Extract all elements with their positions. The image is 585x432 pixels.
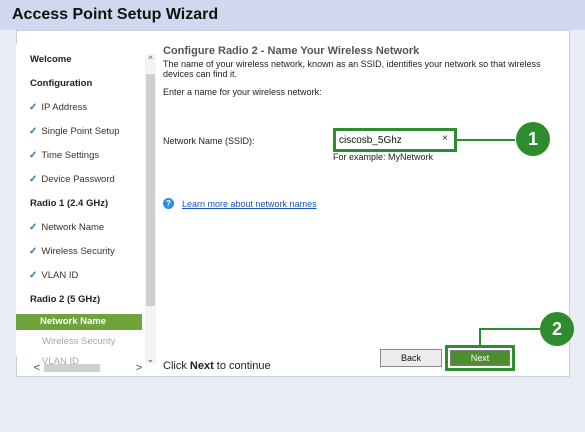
sidebar-item-label: Configuration [30,78,93,89]
callout-2-connector-vertical [479,329,481,346]
footer-suffix: to continue [213,360,271,372]
sidebar-horizontal-scrollbar[interactable]: < > [32,362,144,374]
sidebar-item-wireless-security: Wireless Security [16,334,142,350]
sidebar-item-label: Device Password [41,174,115,185]
ssid-field-highlight: × [333,128,457,152]
footer-prefix: Click [163,360,190,372]
clear-input-icon[interactable]: × [442,133,448,144]
sidebar-vertical-scrollbar[interactable]: ^ ⌄ [145,54,156,364]
footer-instruction: Click Next to continue [163,360,271,372]
ssid-example-hint: For example: MyNetwork [333,152,434,162]
callout-badge-1: 1 [516,122,550,156]
sidebar-item-time-settings[interactable]: ✓ Time Settings [16,148,142,164]
sidebar-item-label: Radio 1 (2.4 GHz) [30,198,109,209]
sidebar-item-label: Time Settings [41,150,100,161]
scroll-up-icon[interactable]: ^ [145,54,156,64]
ssid-input[interactable] [339,133,439,147]
page-title: Configure Radio 2 - Name Your Wireless N… [163,45,420,57]
sidebar-item-label: Single Point Setup [41,126,120,137]
title-bar: Access Point Setup Wizard [0,0,585,30]
page-description: The name of your wireless network, known… [163,59,541,79]
callout-1-connector [457,139,515,141]
help-icon[interactable]: ? [163,198,174,209]
learn-more-link[interactable]: Learn more about network names [182,199,317,209]
back-button[interactable]: Back [380,349,442,367]
sidebar-item-label: VLAN ID [41,270,79,281]
scrollbar-thumb[interactable] [146,74,155,306]
sidebar-item-configuration[interactable]: Configuration [16,76,142,92]
checkmark-icon: ✓ [29,126,38,137]
ssid-label: Network Name (SSID): [163,136,255,146]
sidebar-item-ip-address[interactable]: ✓ IP Address [16,100,142,116]
sidebar-item-device-password[interactable]: ✓ Device Password [16,172,142,188]
checkmark-icon: ✓ [29,102,38,113]
sidebar-item-welcome[interactable]: Welcome [16,52,142,68]
sidebar-item-radio-2-5-ghz[interactable]: Radio 2 (5 GHz) [16,292,142,308]
scroll-right-icon[interactable]: > [134,362,144,374]
sidebar-item-network-name[interactable]: Network Name [16,314,142,330]
checkmark-icon: ✓ [29,222,38,233]
window-title: Access Point Setup Wizard [12,6,219,23]
sidebar-item-radio-1-2-4-ghz[interactable]: Radio 1 (2.4 GHz) [16,196,142,212]
sidebar-item-label: Wireless Security [41,246,115,257]
sidebar-item-label: Network Name [40,316,106,327]
sidebar-item-label: Radio 2 (5 GHz) [30,294,101,305]
callout-badge-2: 2 [540,312,574,346]
sidebar-item-wireless-security[interactable]: ✓ Wireless Security [16,244,142,260]
callout-2-connector-horizontal [479,328,541,330]
checkmark-icon: ✓ [29,150,38,161]
scroll-down-icon[interactable]: ⌄ [145,354,156,364]
footer-next-word: Next [189,360,214,372]
sidebar-item-single-point-setup[interactable]: ✓ Single Point Setup [16,124,142,140]
sidebar-item-label: IP Address [41,102,88,113]
next-button-highlight: Next [445,345,515,371]
sidebar-item-label: Welcome [30,54,72,65]
wizard-sidebar: Welcome Configuration ✓ IP Address ✓ Single P… [16,44,144,367]
scrollbar-thumb-horizontal[interactable] [44,364,100,372]
sidebar-item-network-name[interactable]: ✓ Network Name [16,220,142,236]
sidebar-item-label: Network Name [41,222,105,233]
ssid-prompt: Enter a name for your wireless network: [163,87,322,97]
checkmark-icon: ✓ [29,174,38,185]
sidebar-item-vlan-id[interactable]: ✓ VLAN ID [16,268,142,284]
checkmark-icon: ✓ [29,270,38,281]
sidebar-item-label: Wireless Security [42,336,116,347]
scroll-left-icon[interactable]: < [32,362,42,374]
checkmark-icon: ✓ [29,246,38,257]
next-button[interactable]: Next [450,350,510,366]
